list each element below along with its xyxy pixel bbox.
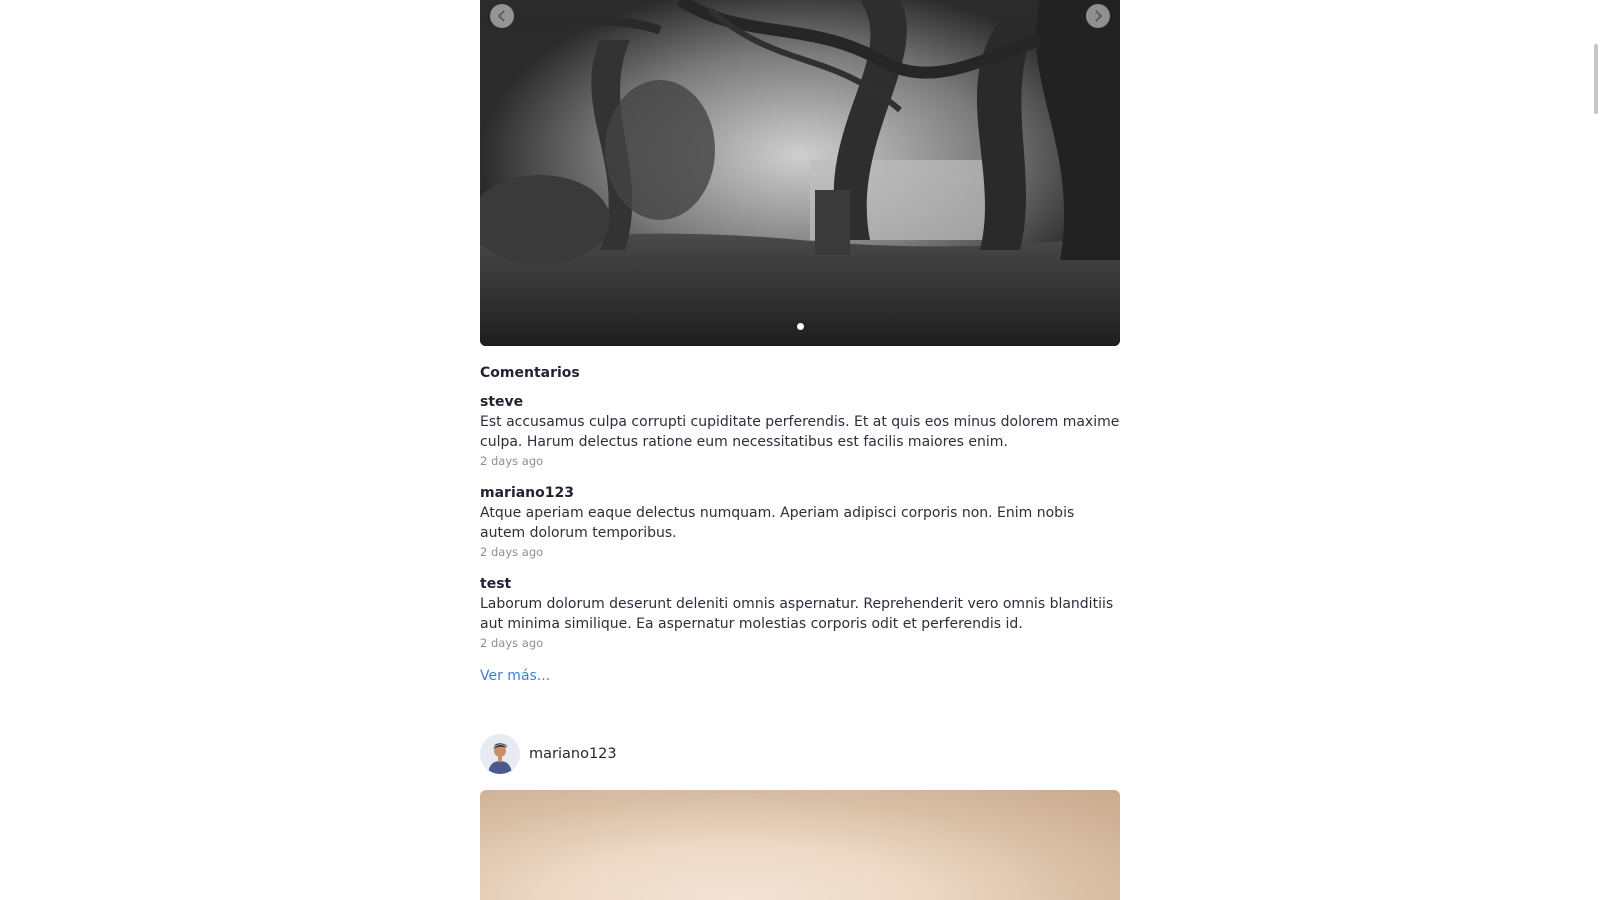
comments-section: Comentarios steve Est accusamus culpa co… xyxy=(480,346,1120,684)
carousel-dot-active[interactable] xyxy=(796,323,804,330)
comment-timestamp: 2 days ago xyxy=(480,454,544,468)
comment-username[interactable]: mariano123 xyxy=(480,483,1120,503)
comment-username[interactable]: steve xyxy=(480,392,1120,412)
scrollbar-thumb[interactable] xyxy=(1594,44,1598,114)
comment-text: Est accusamus culpa corrupti cupiditate … xyxy=(480,414,1120,450)
comment-item: test Laborum dolorum deserunt deleniti o… xyxy=(480,574,1120,651)
user-avatar-icon xyxy=(480,734,520,774)
comments-title: Comentarios xyxy=(480,365,580,381)
comment-item: mariano123 Atque aperiam eaque delectus … xyxy=(480,483,1120,560)
page-scrollbar[interactable] xyxy=(1592,0,1600,900)
comment-text: Atque aperiam eaque delectus numquam. Ap… xyxy=(480,505,1075,541)
chevron-left-icon xyxy=(497,10,505,22)
post-feed: Comentarios steve Est accusamus culpa co… xyxy=(480,0,1120,684)
comment-username[interactable]: test xyxy=(480,574,1120,594)
comment-timestamp: 2 days ago xyxy=(480,636,544,650)
carousel-next-button[interactable] xyxy=(1086,4,1110,28)
comment-timestamp: 2 days ago xyxy=(480,545,544,559)
post-author-header: mariano123 xyxy=(480,734,617,774)
avatar[interactable] xyxy=(480,734,520,774)
post-image-carousel[interactable] xyxy=(480,0,1120,346)
post-photo xyxy=(480,0,1120,346)
post-author-username[interactable]: mariano123 xyxy=(529,746,617,762)
post-image[interactable] xyxy=(480,790,1120,900)
comment-item: steve Est accusamus culpa corrupti cupid… xyxy=(480,392,1120,469)
carousel-indicators xyxy=(480,323,1120,330)
comment-text: Laborum dolorum deserunt deleniti omnis … xyxy=(480,596,1114,632)
carousel-prev-button[interactable] xyxy=(490,4,514,28)
chevron-right-icon xyxy=(1095,10,1103,22)
see-more-comments-link[interactable]: Ver más... xyxy=(480,668,550,684)
